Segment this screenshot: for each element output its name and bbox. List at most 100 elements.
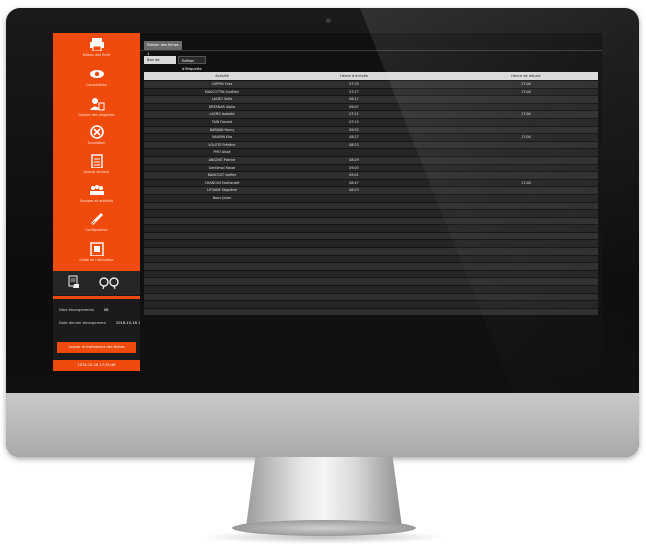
tab-underline	[140, 50, 602, 51]
cell-activity: LACRO Sofia	[211, 97, 233, 102]
sidebar-item-7[interactable]: Guide de l'utilisateur	[53, 242, 140, 262]
cell-arrival: 08:27	[349, 135, 359, 140]
table-row-empty[interactable]	[144, 201, 598, 210]
table-row[interactable]: TAIN Donald 07:15	[144, 117, 598, 126]
table-row[interactable]: CHANOUX Nathanaël 08:47 17:00	[144, 178, 598, 187]
table-row[interactable]: ANGONT Patrice 08:29	[144, 155, 598, 164]
cell-arrival: 07:15	[349, 119, 359, 124]
table-row-empty[interactable]	[144, 247, 598, 255]
payment-voucher-button[interactable]: Bon de paiement	[144, 56, 176, 70]
attendance-table: Activité Heure d'arrivée Heure de départ…	[144, 72, 598, 316]
table-row[interactable]: NAURIN Elia 08:27 17:00	[144, 133, 598, 141]
table-row-empty[interactable]	[144, 307, 598, 316]
sidebar-item-2[interactable]: Gestion des stagiaires	[53, 97, 140, 117]
cell-activity: LITVANE Ségolène	[206, 188, 237, 193]
cell-arrival: 09:05	[349, 165, 359, 170]
table-row-empty[interactable]	[144, 216, 598, 225]
stat-date-label: Date dernier émargement	[59, 321, 106, 325]
cell-departure: 17:00	[521, 135, 531, 140]
sidebar-item-label: Configuration	[85, 228, 108, 232]
table-row[interactable]: LITVANE Ségolène 08:23	[144, 186, 598, 194]
column-header-activity[interactable]: Activité	[192, 72, 252, 80]
table-row-empty[interactable]	[144, 285, 598, 293]
table-row-empty[interactable]	[144, 277, 598, 286]
stat-count-label: Nbre émargements	[59, 308, 94, 312]
cell-activity: DRESNAR Alpha	[208, 104, 236, 109]
sidebar-footer-timestamp: 2016-10-18 17:35:48	[53, 360, 140, 371]
sidebar-shortcuts	[53, 271, 140, 295]
table-row-empty[interactable]	[144, 254, 598, 263]
sidebar-item-3[interactable]: Annulation	[53, 125, 140, 145]
cell-activity: Gentilmoi Rasse	[208, 165, 236, 170]
table-row[interactable]: DRESNAR Alpha 09:07	[144, 102, 598, 111]
cell-arrival: 09:52	[349, 127, 359, 132]
table-row-empty[interactable]	[144, 209, 598, 217]
monitor-stand	[246, 457, 402, 527]
cell-activity: LACRO Isabelle	[209, 112, 235, 117]
table-row-empty[interactable]	[144, 262, 598, 270]
table-row[interactable]: BARBAN Fanny 09:52	[144, 125, 598, 134]
table-row[interactable]: LACRO Sofia 08:17	[144, 95, 598, 103]
monitor-base	[232, 520, 416, 536]
table-row-empty[interactable]	[144, 300, 598, 308]
label-edition-button[interactable]: Edition d'étiquette	[178, 56, 206, 71]
calendar-icon	[90, 154, 103, 168]
monitor-chin	[6, 393, 639, 457]
table-row[interactable]: Gentilmoi Rasse 09:05	[144, 163, 598, 172]
table-row[interactable]: CAPPIN Yves 07:35 17:00	[144, 80, 598, 88]
cell-arrival: 08:47	[349, 180, 359, 185]
sidebar-item-0[interactable]: Edition des fiche	[53, 37, 140, 57]
cell-departure: 17:00	[521, 112, 531, 117]
table-body: CAPPIN Yves 07:35 17:00 MASCOTTIN Aurélien 0…	[144, 80, 598, 316]
sidebar-item-1[interactable]: Consultation	[53, 67, 140, 87]
cell-activity: VOLOTE Frédéric	[208, 142, 236, 147]
cell-activity: TAIN Donald	[211, 119, 233, 124]
sidebar-item-5[interactable]: Groupes et activités	[53, 183, 140, 203]
sidebar-item-4[interactable]: Journal de bord	[53, 154, 140, 174]
cell-activity: NAURIN Elia	[212, 135, 232, 140]
column-header-arrival[interactable]: Heure d'arrivée	[324, 72, 384, 80]
document-hand-icon[interactable]	[67, 275, 81, 289]
column-header-departure[interactable]: Heure de départ	[496, 72, 556, 80]
cell-arrival: 09:07	[349, 104, 359, 109]
wrench-icon	[90, 213, 103, 226]
cell-activity: CAPPIN Yves	[211, 82, 233, 86]
table-row-empty[interactable]	[144, 269, 598, 278]
sidebar-item-label: Edition des fiche	[82, 53, 111, 57]
cell-arrival: 08:23	[349, 188, 359, 193]
sidebar-item-label: Groupes et activités	[79, 199, 114, 203]
sidebar-item-label: Journal de bord	[83, 170, 110, 174]
tab-edition-fiches[interactable]: Edition des fiches - 1	[144, 41, 182, 56]
eye-icon	[89, 70, 104, 78]
process-sheets-button[interactable]: Lancer le traitement des fiches	[57, 342, 136, 353]
table-row[interactable]: BANCOUT Valérie 09:01	[144, 171, 598, 179]
table-row-empty[interactable]	[144, 231, 598, 240]
stat-count: Nbre émargements 08	[59, 308, 108, 312]
cell-arrival: 07:35	[349, 82, 359, 86]
cell-departure: 17:00	[521, 180, 531, 185]
sidebar-item-label: Annulation	[87, 141, 106, 145]
table-row[interactable]: LACRO Isabelle 07:21 17:00	[144, 110, 598, 118]
cell-activity: PIYO Aïssé	[213, 150, 231, 155]
sidebar-item-6[interactable]: Configuration	[53, 212, 140, 232]
table-row[interactable]: MASCOTTIN Aurélien 07:17 17:00	[144, 87, 598, 96]
cell-activity: ANGONT Patrice	[208, 157, 236, 162]
table-row[interactable]: VOLOTE Frédéric 08:23	[144, 140, 598, 149]
person-badge-icon	[89, 98, 104, 111]
cell-arrival: 07:17	[349, 89, 359, 94]
main-panel: Edition des fiches - 1 Bon de paiement E…	[140, 33, 602, 371]
camera-dot	[326, 18, 331, 23]
cross-circle-icon	[89, 125, 104, 139]
cell-arrival: 08:23	[349, 142, 359, 147]
table-row-empty[interactable]	[144, 224, 598, 232]
sidebar-item-label: Guide de l'utilisateur	[79, 258, 114, 262]
book-icon	[89, 242, 104, 256]
table-row-empty[interactable]	[144, 239, 598, 248]
glasses-icon[interactable]	[98, 277, 120, 289]
table-row[interactable]: PIYO Aïssé	[144, 148, 598, 156]
sidebar-item-label: Consultation	[86, 83, 107, 87]
stat-count-value: 08	[103, 308, 109, 312]
table-row[interactable]: Noux Julian	[144, 193, 598, 202]
cell-activity: MASCOTTIN Aurélien	[204, 89, 240, 94]
table-row-empty[interactable]	[144, 292, 598, 301]
